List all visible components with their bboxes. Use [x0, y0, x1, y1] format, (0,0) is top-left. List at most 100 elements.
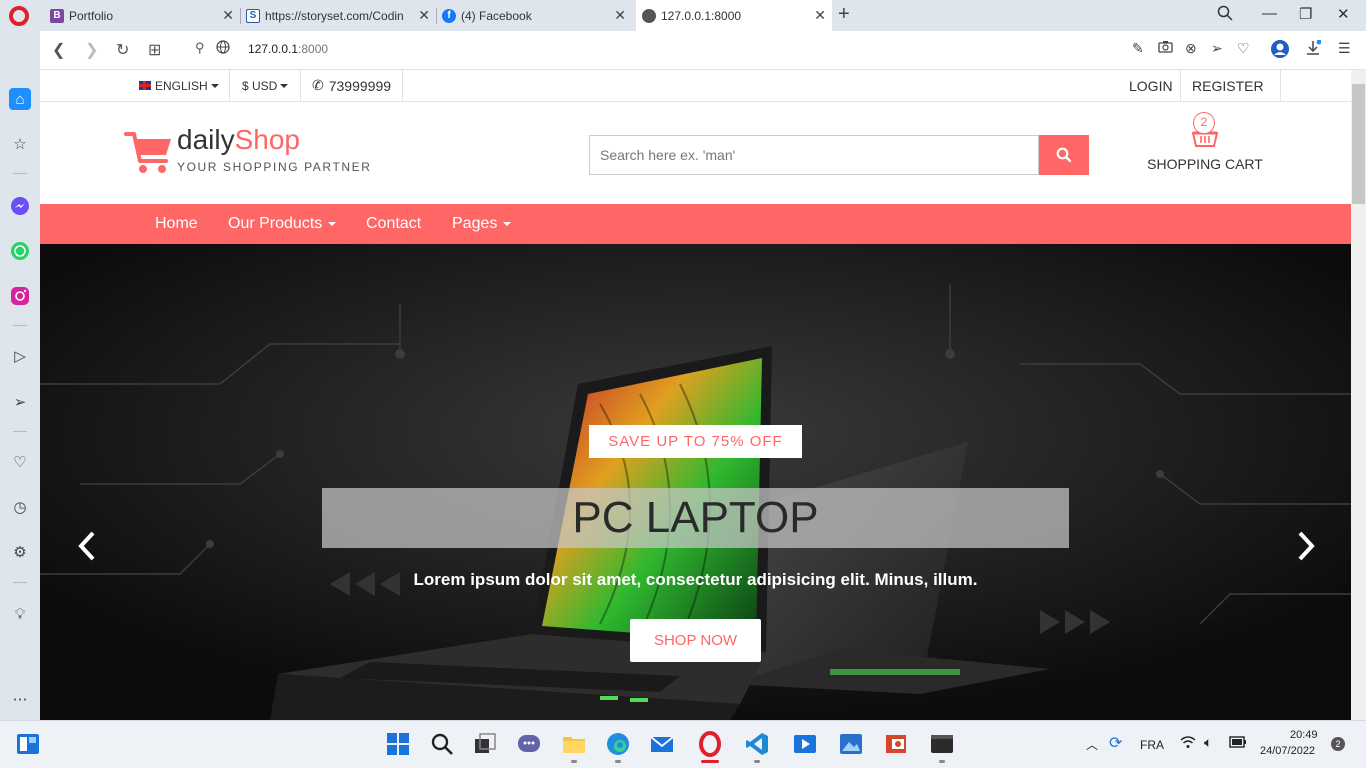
widgets-icon[interactable] — [16, 733, 40, 755]
maximize-icon[interactable]: ❐ — [1299, 5, 1312, 23]
forward-icon[interactable]: ❯ — [85, 40, 98, 60]
taskbar-search-icon[interactable] — [429, 731, 455, 757]
brand-tagline: YOUR SHOPPING PARTNER — [177, 160, 372, 174]
terminal-icon[interactable] — [929, 731, 955, 757]
shop-now-button[interactable]: SHOP NOW — [630, 619, 761, 662]
mail-icon[interactable] — [649, 731, 675, 757]
adblock-icon[interactable]: ⊗ — [1185, 40, 1197, 57]
language-label: ENGLISH — [155, 78, 208, 93]
opera-sidebar: ⌂ ☆ ▷ ➢ ♡ ◷ ⚙ 💡︎ ⋯ — [0, 31, 40, 720]
phone-number: 73999999 — [328, 77, 392, 94]
tray-chevron-up-icon[interactable]: ︿ — [1086, 736, 1098, 753]
vscode-icon[interactable] — [744, 731, 770, 757]
key-icon[interactable]: ⚲ — [195, 40, 205, 56]
battery-icon[interactable] — [1228, 735, 1248, 752]
shopping-cart-logo-icon[interactable] — [124, 131, 174, 175]
bookmarks-star-icon[interactable]: ☆ — [9, 133, 31, 155]
nav-our-products[interactable]: Our Products — [228, 204, 337, 244]
file-explorer-icon[interactable] — [561, 731, 587, 757]
utility-bar: ENGLISH $ USD ✆ 73999999 LOGIN REGISTER — [40, 70, 1351, 102]
opera-browser-icon[interactable] — [697, 731, 723, 757]
tab-search-icon[interactable] — [1217, 5, 1233, 25]
hero-discount-tag: SAVE UP TO 75% OFF — [589, 425, 802, 458]
media-player-icon[interactable] — [792, 731, 818, 757]
easy-setup-icon[interactable]: ☰ — [1338, 40, 1351, 57]
pinboard-heart-icon[interactable]: ♡ — [9, 451, 31, 473]
sync-icon[interactable]: ⟳ — [1109, 733, 1122, 753]
player-icon[interactable]: ▷ — [9, 345, 31, 367]
new-tab-plus-icon[interactable]: + — [838, 3, 850, 26]
shopping-cart[interactable]: 2 SHOPPING CART — [1140, 110, 1270, 180]
sidebar-divider — [13, 431, 27, 432]
my-flow-icon[interactable]: ➢ — [9, 391, 31, 413]
edge-browser-icon[interactable] — [605, 731, 631, 757]
tab-localhost[interactable]: 127.0.0.1:8000 ✕ — [636, 0, 832, 31]
hero-title: PC LAPTOP — [572, 493, 819, 542]
language-dropdown[interactable]: ENGLISH — [139, 70, 219, 101]
nav-pages[interactable]: Pages — [452, 204, 512, 244]
tab-facebook[interactable]: f (4) Facebook ✕ — [436, 0, 632, 31]
sidebar-divider — [13, 173, 27, 174]
sidebar-divider — [13, 325, 27, 326]
photos-icon[interactable] — [838, 731, 864, 757]
settings-gear-icon[interactable]: ⚙ — [9, 541, 31, 563]
edit-icon[interactable]: ✎ — [1132, 40, 1144, 57]
reload-icon[interactable]: ↻ — [116, 40, 129, 60]
wifi-icon[interactable] — [1180, 735, 1196, 752]
site-info-globe-icon[interactable] — [216, 40, 230, 59]
start-windows-icon[interactable] — [385, 731, 411, 757]
instagram-icon[interactable] — [9, 285, 31, 307]
close-tab-icon[interactable]: ✕ — [614, 7, 626, 24]
cart-count-badge: 2 — [1193, 112, 1215, 134]
volume-icon[interactable]: 🔈︎ — [1204, 734, 1212, 751]
more-dots-icon[interactable]: ⋯ — [9, 688, 31, 710]
input-language[interactable]: FRA — [1140, 738, 1164, 752]
login-link[interactable]: LOGIN — [1129, 70, 1173, 101]
uk-flag-icon — [139, 81, 151, 90]
window-close-icon[interactable]: ✕ — [1337, 5, 1350, 23]
brand-name[interactable]: dailyShop — [177, 124, 300, 156]
notification-count-badge[interactable]: 2 — [1331, 737, 1345, 751]
slider-next-arrow-icon[interactable] — [1295, 530, 1317, 562]
running-indicator — [615, 760, 621, 763]
send-icon[interactable]: ➢ — [1211, 40, 1223, 57]
running-indicator — [571, 760, 577, 763]
portfolio-favicon-icon: B — [50, 8, 64, 23]
download-icon[interactable] — [1305, 39, 1322, 59]
task-view-icon[interactable] — [472, 731, 498, 757]
tips-lightbulb-icon[interactable]: 💡︎ — [9, 603, 31, 625]
history-clock-icon[interactable]: ◷ — [9, 496, 31, 518]
nav-contact[interactable]: Contact — [366, 204, 421, 244]
opera-logo-icon[interactable] — [9, 6, 29, 26]
url-field[interactable]: 127.0.0.1:8000 — [248, 42, 328, 56]
scrollbar-thumb[interactable] — [1352, 84, 1365, 204]
close-tab-icon[interactable]: ✕ — [222, 7, 234, 24]
clock-time[interactable]: 20:49 — [1290, 729, 1318, 741]
search-button[interactable] — [1039, 135, 1089, 175]
powerpoint-icon[interactable] — [883, 731, 909, 757]
home-icon[interactable]: ⌂ — [9, 88, 31, 110]
speed-dial-icon[interactable]: ⊞ — [148, 40, 161, 60]
teams-chat-icon[interactable] — [516, 731, 542, 757]
running-indicator — [939, 760, 945, 763]
slider-prev-arrow-icon[interactable] — [76, 530, 98, 562]
camera-icon[interactable] — [1158, 40, 1173, 56]
nav-home[interactable]: Home — [155, 204, 198, 244]
messenger-icon[interactable] — [9, 195, 31, 217]
account-icon[interactable] — [1270, 39, 1290, 62]
minimize-icon[interactable]: — — [1262, 5, 1277, 22]
tab-title: https://storyset.com/Codin — [265, 8, 404, 23]
whatsapp-icon[interactable] — [9, 240, 31, 262]
currency-dropdown[interactable]: $ USD — [242, 70, 289, 101]
tab-strip: B Portfolio ✕ S https://storyset.com/Cod… — [0, 0, 1366, 31]
search-input[interactable] — [589, 135, 1039, 175]
close-tab-icon[interactable]: ✕ — [814, 7, 826, 24]
clock-date[interactable]: 24/07/2022 — [1260, 745, 1315, 757]
back-icon[interactable]: ❮ — [52, 40, 65, 60]
close-tab-icon[interactable]: ✕ — [418, 7, 430, 24]
tab-storyset[interactable]: S https://storyset.com/Codin ✕ — [240, 0, 436, 31]
tab-portfolio[interactable]: B Portfolio ✕ — [44, 0, 240, 31]
chevron-down-icon — [328, 222, 337, 226]
heart-icon[interactable]: ♡ — [1237, 40, 1250, 57]
register-link[interactable]: REGISTER — [1192, 70, 1264, 101]
